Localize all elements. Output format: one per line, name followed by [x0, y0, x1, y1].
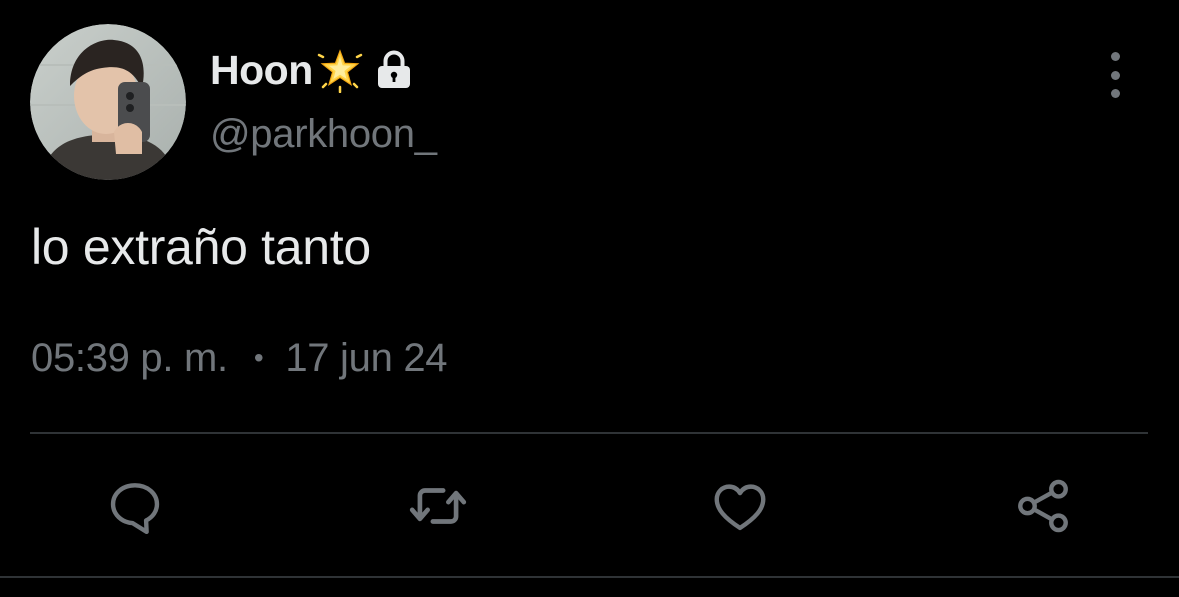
retweet-icon	[409, 488, 467, 524]
share-icon	[1018, 479, 1068, 533]
tweet-text: lo extraño tanto	[31, 219, 371, 275]
display-name-row[interactable]: Hoon	[210, 44, 415, 96]
lock-icon	[377, 50, 410, 88]
tweet-date[interactable]: 17 jun 24	[285, 336, 447, 381]
more-dot-icon	[1110, 89, 1120, 98]
display-name[interactable]: Hoon	[210, 47, 313, 94]
glowing-star-icon	[317, 49, 362, 93]
more-dot-icon	[1110, 70, 1120, 80]
more-options-button[interactable]	[1097, 52, 1133, 98]
bottom-divider	[0, 576, 1179, 578]
tweet-card: Hoon @parkhoon_ lo extraño tanto 05:39 p…	[0, 0, 1179, 597]
meta-separator: •	[253, 342, 264, 373]
heart-icon	[714, 484, 766, 531]
more-dot-icon	[1110, 52, 1120, 61]
share-button[interactable]	[1009, 472, 1077, 540]
avatar[interactable]	[30, 24, 186, 180]
divider	[30, 432, 1148, 434]
tweet-time[interactable]: 05:39 p. m.	[31, 336, 228, 381]
user-handle[interactable]: @parkhoon_	[210, 112, 437, 157]
like-button[interactable]	[706, 472, 774, 540]
tweet-meta: 05:39 p. m. • 17 jun 24	[31, 332, 448, 384]
retweet-button[interactable]	[404, 472, 472, 540]
reply-bubble-icon	[110, 483, 160, 535]
reply-button[interactable]	[101, 472, 169, 540]
avatar-photo	[30, 24, 186, 180]
